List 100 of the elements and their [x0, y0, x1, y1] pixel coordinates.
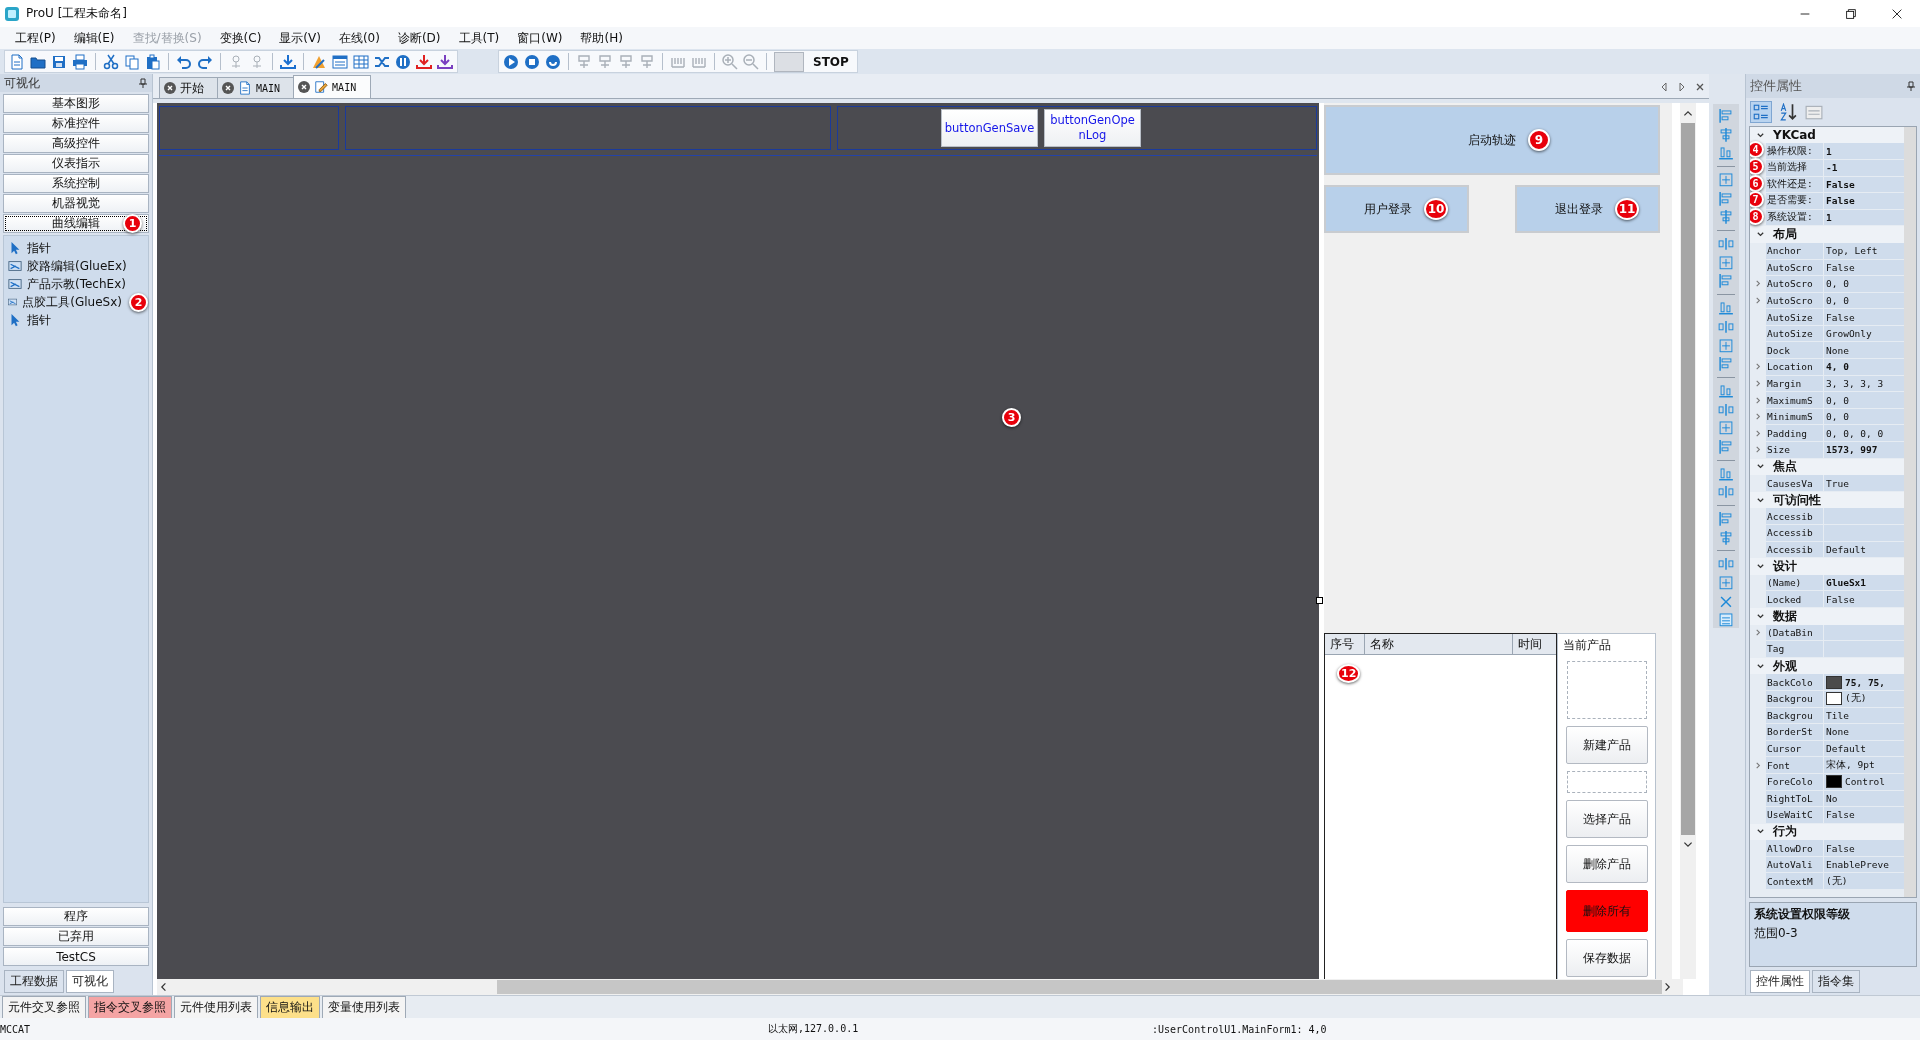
- align-icon[interactable]: [1718, 300, 1734, 316]
- delete-all-button[interactable]: 删除所有: [1565, 890, 1648, 932]
- property-value[interactable]: False: [1826, 261, 1855, 273]
- align-icon[interactable]: [1718, 529, 1734, 546]
- output-tab[interactable]: 元件交叉参照: [2, 996, 86, 1018]
- grid-icon[interactable]: [353, 53, 369, 70]
- property-value[interactable]: False: [1826, 195, 1855, 207]
- property-value[interactable]: False: [1826, 842, 1855, 854]
- scroll-right-icon[interactable]: [1677, 82, 1687, 92]
- close-icon[interactable]: [222, 82, 234, 94]
- property-value[interactable]: No: [1826, 792, 1838, 804]
- property-value[interactable]: 1: [1826, 145, 1832, 157]
- page-icon[interactable]: [9, 53, 25, 70]
- align-icon[interactable]: [1718, 145, 1734, 162]
- clipboard-icon[interactable]: [145, 53, 161, 70]
- column-header[interactable]: 名称: [1365, 634, 1513, 654]
- property-row[interactable]: Font 宋体, 9pt: [1750, 757, 1904, 774]
- category-button[interactable]: 系统控制: [3, 174, 149, 193]
- property-value[interactable]: Top, Left: [1826, 245, 1878, 257]
- property-row[interactable]: Accessib: [1750, 525, 1904, 542]
- toolbox-item[interactable]: 指针: [27, 311, 51, 329]
- align-icon[interactable]: [1718, 273, 1734, 290]
- refresh-icon[interactable]: [545, 53, 561, 70]
- property-value[interactable]: False: [1826, 593, 1855, 605]
- menu-item[interactable]: 工程(P): [6, 29, 65, 47]
- property-value[interactable]: 0, 0: [1826, 394, 1849, 406]
- category-button[interactable]: TestCS: [3, 947, 149, 966]
- property-value[interactable]: 3, 3, 3, 3: [1826, 377, 1884, 389]
- align-icon[interactable]: [1718, 465, 1734, 482]
- panel-tab[interactable]: 可视化: [66, 970, 114, 993]
- text-field[interactable]: [1566, 771, 1647, 793]
- align-icon[interactable]: [1718, 401, 1734, 418]
- product-button[interactable]: 删除产品: [1565, 845, 1648, 883]
- close-icon[interactable]: [164, 82, 176, 94]
- category-button[interactable]: 高级控件: [3, 134, 149, 153]
- document-tab[interactable]: 开始: [159, 77, 219, 98]
- download-icon[interactable]: [416, 53, 432, 70]
- property-value[interactable]: 0, 0: [1826, 411, 1849, 423]
- collapse-icon[interactable]: [1756, 661, 1765, 671]
- align-icon[interactable]: [1718, 382, 1734, 399]
- property-row[interactable]: Location 4, 0: [1750, 359, 1904, 376]
- align-icon[interactable]: [1718, 172, 1734, 188]
- panel-tab[interactable]: 控件属性: [1750, 970, 1810, 993]
- property-row[interactable]: AutoScro 0, 0: [1750, 276, 1904, 293]
- property-row[interactable]: Padding 0, 0, 0, 0: [1750, 425, 1904, 443]
- property-value[interactable]: GlueSx1: [1826, 577, 1867, 589]
- property-row[interactable]: 4 操作权限: 1: [1750, 143, 1904, 160]
- collapse-icon[interactable]: [1756, 495, 1765, 505]
- property-row[interactable]: Accessib: [1750, 508, 1904, 525]
- category-button[interactable]: 已弃用: [3, 927, 149, 946]
- align-icon[interactable]: [1718, 108, 1734, 124]
- align-icon[interactable]: [1718, 337, 1734, 354]
- property-value[interactable]: Default: [1826, 743, 1867, 754]
- property-value[interactable]: Tile: [1826, 709, 1849, 721]
- product-button[interactable]: 保存数据: [1565, 939, 1648, 977]
- menu-item[interactable]: 显示(V): [270, 29, 330, 47]
- download-icon[interactable]: [280, 53, 296, 70]
- resize-handle[interactable]: [1316, 597, 1323, 604]
- property-row[interactable]: BorderSt None: [1750, 724, 1904, 741]
- align-icon[interactable]: [1718, 420, 1734, 436]
- sort-icon[interactable]: [1778, 101, 1798, 122]
- align-icon[interactable]: [1718, 575, 1734, 591]
- align-icon[interactable]: [1718, 438, 1734, 455]
- scissors-icon[interactable]: [103, 53, 119, 70]
- login-button[interactable]: 用户登录 10: [1324, 185, 1469, 233]
- property-row[interactable]: Size 1573, 997: [1750, 442, 1904, 459]
- start-button[interactable]: 启动轨迹 9: [1324, 105, 1660, 175]
- property-row[interactable]: CausesVa True: [1750, 475, 1904, 492]
- menu-item[interactable]: 诊断(D): [388, 29, 450, 47]
- property-value[interactable]: False: [1826, 809, 1855, 821]
- toolbox-item[interactable]: 点胶工具(GlueSx): [22, 293, 122, 311]
- collapse-icon[interactable]: [1756, 562, 1765, 571]
- property-value[interactable]: 0, 0, 0, 0: [1826, 427, 1884, 439]
- menu-item[interactable]: 工具(T): [449, 29, 509, 47]
- collapse-icon[interactable]: [1756, 611, 1765, 621]
- category-button[interactable]: 曲线编辑 1: [3, 214, 149, 233]
- property-row[interactable]: Tag: [1750, 641, 1904, 658]
- property-value[interactable]: Control: [1845, 776, 1886, 788]
- menu-item[interactable]: 帮助(H): [571, 29, 632, 47]
- property-value[interactable]: False: [1826, 178, 1855, 190]
- align-icon[interactable]: [1718, 356, 1734, 372]
- copy-icon[interactable]: [124, 53, 140, 70]
- property-row[interactable]: UseWaitC False: [1750, 807, 1904, 824]
- category-button[interactable]: 机器视觉: [3, 194, 149, 213]
- document-tab[interactable]: MAIN: [293, 75, 372, 98]
- align-icon[interactable]: [1718, 510, 1734, 527]
- output-tab[interactable]: 变量使用列表: [322, 996, 406, 1018]
- expand-icon[interactable]: [1753, 760, 1763, 770]
- categories-icon[interactable]: [1750, 100, 1772, 123]
- menu-item[interactable]: 窗口(W): [508, 29, 572, 47]
- property-value[interactable]: 宋体, 9pt: [1826, 758, 1875, 772]
- form-button[interactable]: buttonGenSave: [941, 109, 1038, 147]
- collapse-icon[interactable]: [1756, 130, 1765, 140]
- category-button[interactable]: 仪表指示: [3, 154, 149, 173]
- product-button[interactable]: 新建产品: [1565, 726, 1648, 764]
- panel-tab[interactable]: 工程数据: [4, 970, 64, 993]
- close-icon[interactable]: [298, 81, 311, 93]
- property-value[interactable]: None: [1826, 344, 1849, 356]
- output-tab[interactable]: 指令交叉参照: [88, 996, 172, 1018]
- align-icon[interactable]: [1718, 484, 1734, 500]
